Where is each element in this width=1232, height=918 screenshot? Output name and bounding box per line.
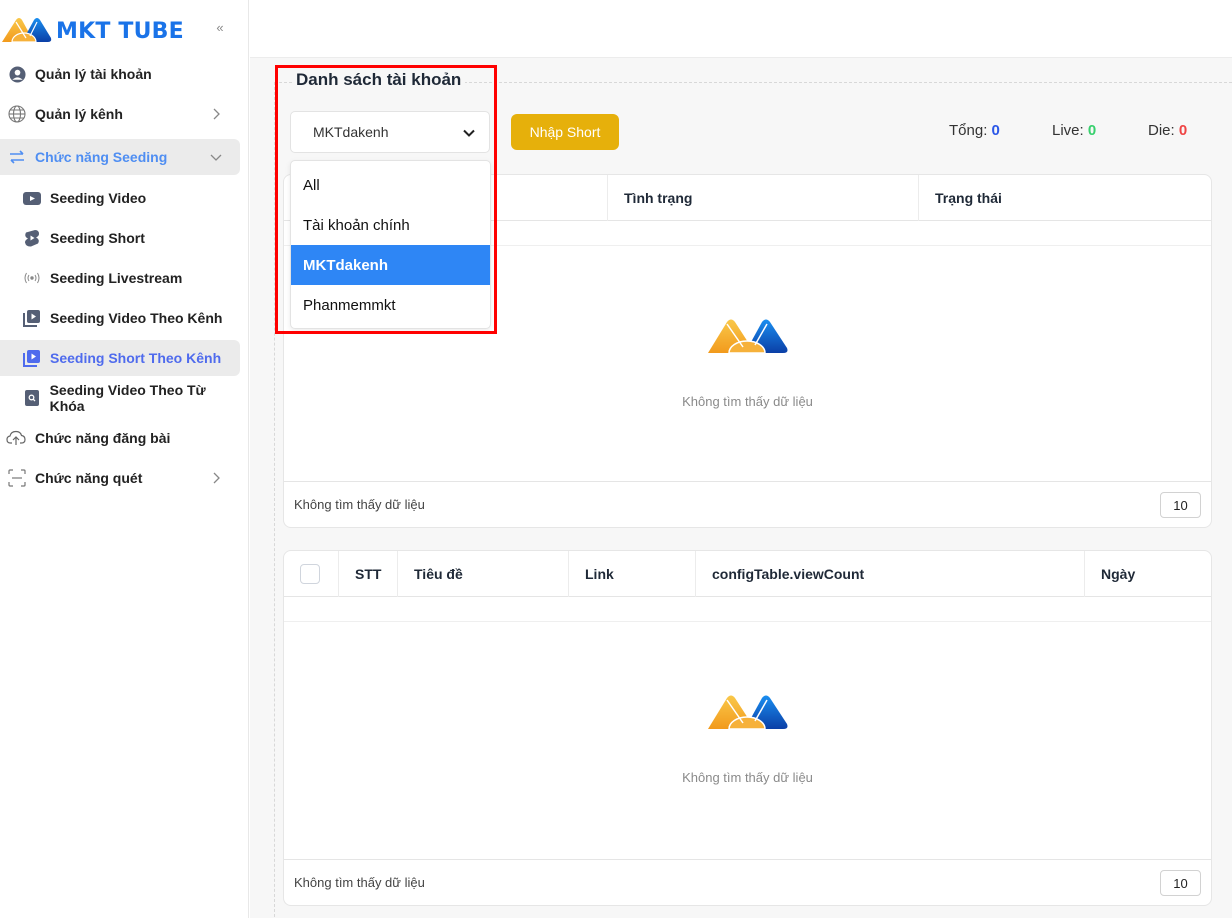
stat-total-value: 0 [991,122,1000,139]
page-size-select[interactable]: 10 [1160,492,1201,518]
sidebar-item-scan[interactable]: Chức năng quét [0,460,240,496]
column-header-link[interactable]: Link [569,551,696,597]
sidebar-item-label: Quản lý kênh [35,106,123,122]
sidebar-item-label: Seeding Livestream [50,270,183,286]
empty-message: Không tìm thấy dữ liệu [682,770,813,785]
account-select-value: MKTdakenh [313,124,389,140]
mkt-logo-icon [0,14,52,49]
import-short-button[interactable]: Nhập Short [511,114,619,150]
footer-status: Không tìm thấy dữ liệu [294,497,425,512]
sidebar-item-channel-management[interactable]: Quản lý kênh [0,96,240,132]
empty-state: Không tìm thấy dữ liệu [284,317,1211,409]
shorts-icon [23,229,41,247]
sidebar-item-posting[interactable]: Chức năng đăng bài [0,420,240,456]
cloud-upload-icon [6,429,26,447]
sidebar-item-seeding-short[interactable]: Seeding Short [0,220,240,256]
sidebar-item-label: Seeding Short [50,230,145,246]
mkt-logo-icon [707,693,789,736]
sidebar-item-label: Seeding Video Theo Kênh [50,310,223,326]
sidebar: MKT TUBE « Quản lý tài khoản Quản lý kên… [0,0,249,918]
column-header-state[interactable]: Trạng thái [919,175,1211,221]
sidebar-item-seeding[interactable]: Chức năng Seeding [0,139,240,175]
sidebar-item-seeding-video-by-keyword[interactable]: Seeding Video Theo Từ Khóa [0,380,240,416]
scan-icon [8,469,26,487]
sidebar-item-seeding-video[interactable]: Seeding Video [0,180,240,216]
column-header-title[interactable]: Tiêu đề [398,551,569,597]
dropdown-option-mktdakenh[interactable]: MKTdakenh [291,245,490,285]
sidebar-item-label: Quản lý tài khoản [35,66,152,82]
youtube-icon [23,189,41,207]
user-circle-icon [8,65,26,83]
app-window: MKT TUBE « Quản lý tài khoản Quản lý kên… [0,0,1232,918]
sidebar-item-label: Chức năng đăng bài [35,430,171,446]
account-select-dropdown: All Tài khoản chính MKTdakenh Phanmemmkt [290,160,491,329]
stat-total: Tổng: 0 [949,122,1000,139]
table-footer: Không tìm thấy dữ liệu 10 [284,481,1211,527]
stat-live-label: Live: [1052,122,1084,139]
dropdown-option-main-account[interactable]: Tài khoản chính [291,205,490,245]
mkt-logo-icon [707,317,789,360]
video-library-icon [23,349,41,367]
stat-die-label: Die: [1148,122,1175,139]
empty-state: Không tìm thấy dữ liệu [284,693,1211,785]
dropdown-option-all[interactable]: All [291,165,490,205]
sidebar-item-seeding-video-by-channel[interactable]: Seeding Video Theo Kênh [0,300,240,336]
search-file-icon [23,389,41,407]
chevron-down-icon [208,149,224,165]
chevron-right-icon [208,106,224,122]
collapse-sidebar-button[interactable]: « [212,20,228,36]
stat-die: Die: 0 [1148,122,1187,139]
footer-status: Không tìm thấy dữ liệu [294,875,425,890]
chevron-down-icon [462,126,476,140]
sidebar-item-seeding-livestream[interactable]: Seeding Livestream [0,260,240,296]
row-divider [284,621,1211,622]
chevrons-left-icon: « [216,20,224,35]
shorts-table-header: STT Tiêu đề Link configTable.viewCount N… [284,551,1211,597]
dropdown-option-phanmemmkt[interactable]: Phanmemmkt [291,285,490,325]
top-bar [250,0,1232,58]
column-header-date[interactable]: Ngày [1085,551,1211,597]
sidebar-item-account-management[interactable]: Quản lý tài khoản [0,56,240,92]
page-size-select[interactable]: 10 [1160,870,1201,896]
table-footer: Không tìm thấy dữ liệu 10 [284,859,1211,905]
broadcast-icon [23,269,41,287]
shorts-table: STT Tiêu đề Link configTable.viewCount N… [283,550,1212,906]
sidebar-item-label: Chức năng Seeding [35,149,168,165]
stat-live-value: 0 [1087,122,1097,139]
sidebar-item-label: Seeding Short Theo Kênh [50,350,222,366]
video-library-icon [23,309,41,327]
chevron-right-icon [208,470,224,486]
arrows-exchange-icon [8,148,26,166]
stat-live: Live: 0 [1052,122,1096,139]
brand-logo[interactable]: MKT TUBE [0,14,184,48]
empty-message: Không tìm thấy dữ liệu [682,394,813,409]
column-header-stt[interactable]: STT [339,551,398,597]
brand-name: MKT TUBE [56,18,184,44]
select-all-checkbox[interactable] [300,564,320,584]
stat-total-label: Tổng: [949,122,988,139]
section-title: Danh sách tài khoản [292,70,466,90]
sidebar-item-label: Seeding Video Theo Từ Khóa [49,382,206,414]
sidebar-item-seeding-short-by-channel[interactable]: Seeding Short Theo Kênh [0,340,240,376]
account-select[interactable]: MKTdakenh [290,111,490,153]
column-header-view-count[interactable]: configTable.viewCount [696,551,1085,597]
sidebar-item-label: Seeding Video [50,190,147,206]
column-header-status[interactable]: Tình trạng [608,175,919,221]
select-all-cell [284,551,339,597]
sidebar-item-label: Chức năng quét [35,470,143,486]
stat-die-value: 0 [1178,122,1188,139]
globe-icon [8,105,26,123]
